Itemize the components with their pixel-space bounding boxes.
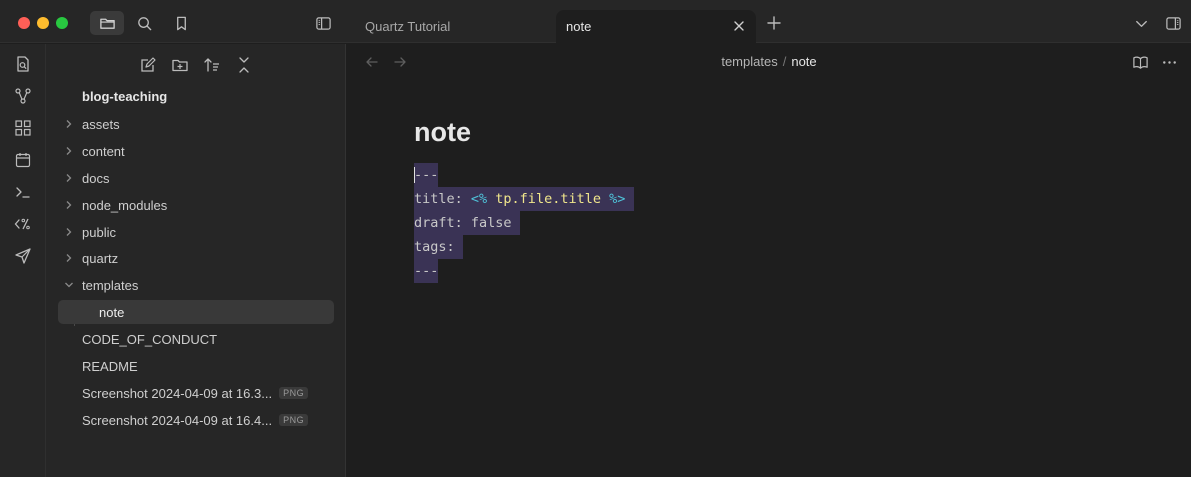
file-item-note[interactable]: note bbox=[58, 300, 334, 324]
template-close-tag: %> bbox=[609, 191, 626, 207]
chevron-right-icon bbox=[66, 228, 72, 236]
chevron-down-icon bbox=[1135, 20, 1147, 27]
chevron-right-icon bbox=[66, 120, 72, 128]
note-title[interactable]: note bbox=[414, 117, 471, 148]
code-line: tags: bbox=[414, 235, 634, 259]
tree-item-label: Screenshot 2024-04-09 at 16.3... bbox=[82, 385, 273, 401]
search-icon bbox=[137, 16, 151, 30]
tree-item-label: docs bbox=[82, 170, 110, 186]
chevron-down-icon bbox=[65, 282, 73, 288]
file-type-badge: PNG bbox=[279, 414, 309, 426]
file-item-screenshot-2[interactable]: Screenshot 2024-04-09 at 16.4... PNG bbox=[58, 408, 334, 432]
folder-item-templates[interactable]: templates bbox=[58, 273, 334, 297]
breadcrumb: templates / note bbox=[347, 54, 1191, 69]
code-line: draft: false bbox=[414, 211, 634, 235]
template-open-tag: <% bbox=[470, 191, 488, 207]
tree-item-label: assets bbox=[82, 116, 120, 132]
tree-item-label: note bbox=[99, 304, 125, 320]
file-explorer-button[interactable] bbox=[90, 11, 124, 35]
new-tab-icon[interactable] bbox=[765, 14, 783, 32]
frontmatter-delimiter: --- bbox=[414, 167, 439, 183]
collapse-all-icon[interactable] bbox=[235, 56, 253, 74]
frontmatter-delimiter: --- bbox=[414, 263, 439, 279]
folder-item-node-modules[interactable]: node_modules bbox=[58, 193, 334, 217]
sidebar-left-icon bbox=[315, 16, 331, 30]
file-item-code-of-conduct[interactable]: CODE_OF_CONDUCT bbox=[58, 327, 334, 351]
tree-item-label: public bbox=[82, 224, 116, 240]
frontmatter-line: draft: false bbox=[414, 215, 512, 231]
send-icon[interactable] bbox=[14, 247, 32, 265]
calendar-icon[interactable] bbox=[14, 151, 32, 169]
tab-label: note bbox=[566, 19, 592, 34]
close-window-button[interactable] bbox=[18, 17, 30, 29]
search-button[interactable] bbox=[127, 11, 161, 35]
file-item-readme[interactable]: README bbox=[58, 354, 334, 378]
canvas-icon[interactable] bbox=[14, 119, 32, 137]
breadcrumb-separator: / bbox=[782, 54, 787, 69]
folder-item-public[interactable]: public bbox=[58, 220, 334, 244]
terminal-icon[interactable] bbox=[14, 183, 32, 201]
template-expression: tp.file.title bbox=[487, 191, 610, 207]
chevron-right-icon bbox=[66, 174, 72, 182]
bookmarks-button[interactable] bbox=[164, 11, 198, 35]
note-body-editor[interactable]: --- title: <% tp.file.title %> draft: fa… bbox=[414, 163, 634, 283]
tree-item-label: node_modules bbox=[82, 197, 168, 213]
tab-list-button[interactable] bbox=[1124, 11, 1158, 35]
folder-item-assets[interactable]: assets bbox=[58, 112, 334, 136]
title-bar: Quartz Tutorial note bbox=[0, 0, 1191, 43]
breadcrumb-current[interactable]: note bbox=[791, 54, 816, 69]
file-item-screenshot-1[interactable]: Screenshot 2024-04-09 at 16.3... PNG bbox=[58, 381, 334, 405]
frontmatter-line: tags: bbox=[414, 239, 455, 255]
reading-view-icon[interactable] bbox=[1132, 54, 1149, 71]
tree-item-label: templates bbox=[82, 277, 139, 293]
tree-item-label: README bbox=[82, 358, 138, 374]
folder-icon bbox=[99, 18, 115, 29]
chevron-right-icon bbox=[66, 254, 72, 262]
zoom-window-button[interactable] bbox=[56, 17, 68, 29]
tree-item-label: CODE_OF_CONDUCT bbox=[82, 331, 218, 347]
toggle-right-sidebar-button[interactable] bbox=[1156, 11, 1190, 35]
chevron-right-icon bbox=[66, 147, 72, 155]
sort-icon[interactable] bbox=[203, 56, 221, 74]
tab-quartz-tutorial[interactable]: Quartz Tutorial bbox=[355, 10, 555, 43]
editor-pane: templates / note note --- title: <% tp.fil… bbox=[347, 44, 1191, 477]
minimize-window-button[interactable] bbox=[37, 17, 49, 29]
templater-icon[interactable] bbox=[14, 215, 32, 233]
new-note-icon[interactable] bbox=[139, 56, 157, 74]
vault-name[interactable]: blog-teaching bbox=[82, 89, 167, 104]
bookmark-icon bbox=[176, 16, 186, 30]
code-line: --- bbox=[414, 259, 634, 283]
more-options-icon[interactable] bbox=[1161, 54, 1178, 71]
code-line: title: <% tp.file.title %> bbox=[414, 187, 634, 211]
chevron-right-icon bbox=[66, 201, 72, 209]
folder-item-content[interactable]: content bbox=[58, 139, 334, 163]
folder-item-quartz[interactable]: quartz bbox=[58, 246, 334, 270]
ribbon bbox=[0, 44, 46, 477]
tab-note[interactable]: note bbox=[556, 10, 756, 43]
toggle-left-sidebar-button[interactable] bbox=[306, 11, 340, 35]
sidebar-right-icon bbox=[1165, 16, 1181, 30]
open-quick-switcher-icon[interactable] bbox=[14, 55, 32, 73]
file-type-badge: PNG bbox=[279, 387, 309, 399]
code-line: --- bbox=[414, 163, 634, 187]
tree-item-label: quartz bbox=[82, 250, 119, 266]
file-explorer-sidebar: blog-teaching assets content docs node_m… bbox=[46, 44, 346, 477]
folder-item-docs[interactable]: docs bbox=[58, 166, 334, 190]
tab-label: Quartz Tutorial bbox=[365, 19, 451, 34]
breadcrumb-parent[interactable]: templates bbox=[721, 54, 777, 69]
frontmatter-key: title: bbox=[414, 191, 471, 207]
graph-view-icon[interactable] bbox=[14, 87, 32, 105]
close-icon[interactable] bbox=[732, 19, 746, 33]
tree-item-label: content bbox=[82, 143, 125, 159]
new-folder-icon[interactable] bbox=[171, 56, 189, 74]
tree-item-label: Screenshot 2024-04-09 at 16.4... bbox=[82, 412, 273, 428]
